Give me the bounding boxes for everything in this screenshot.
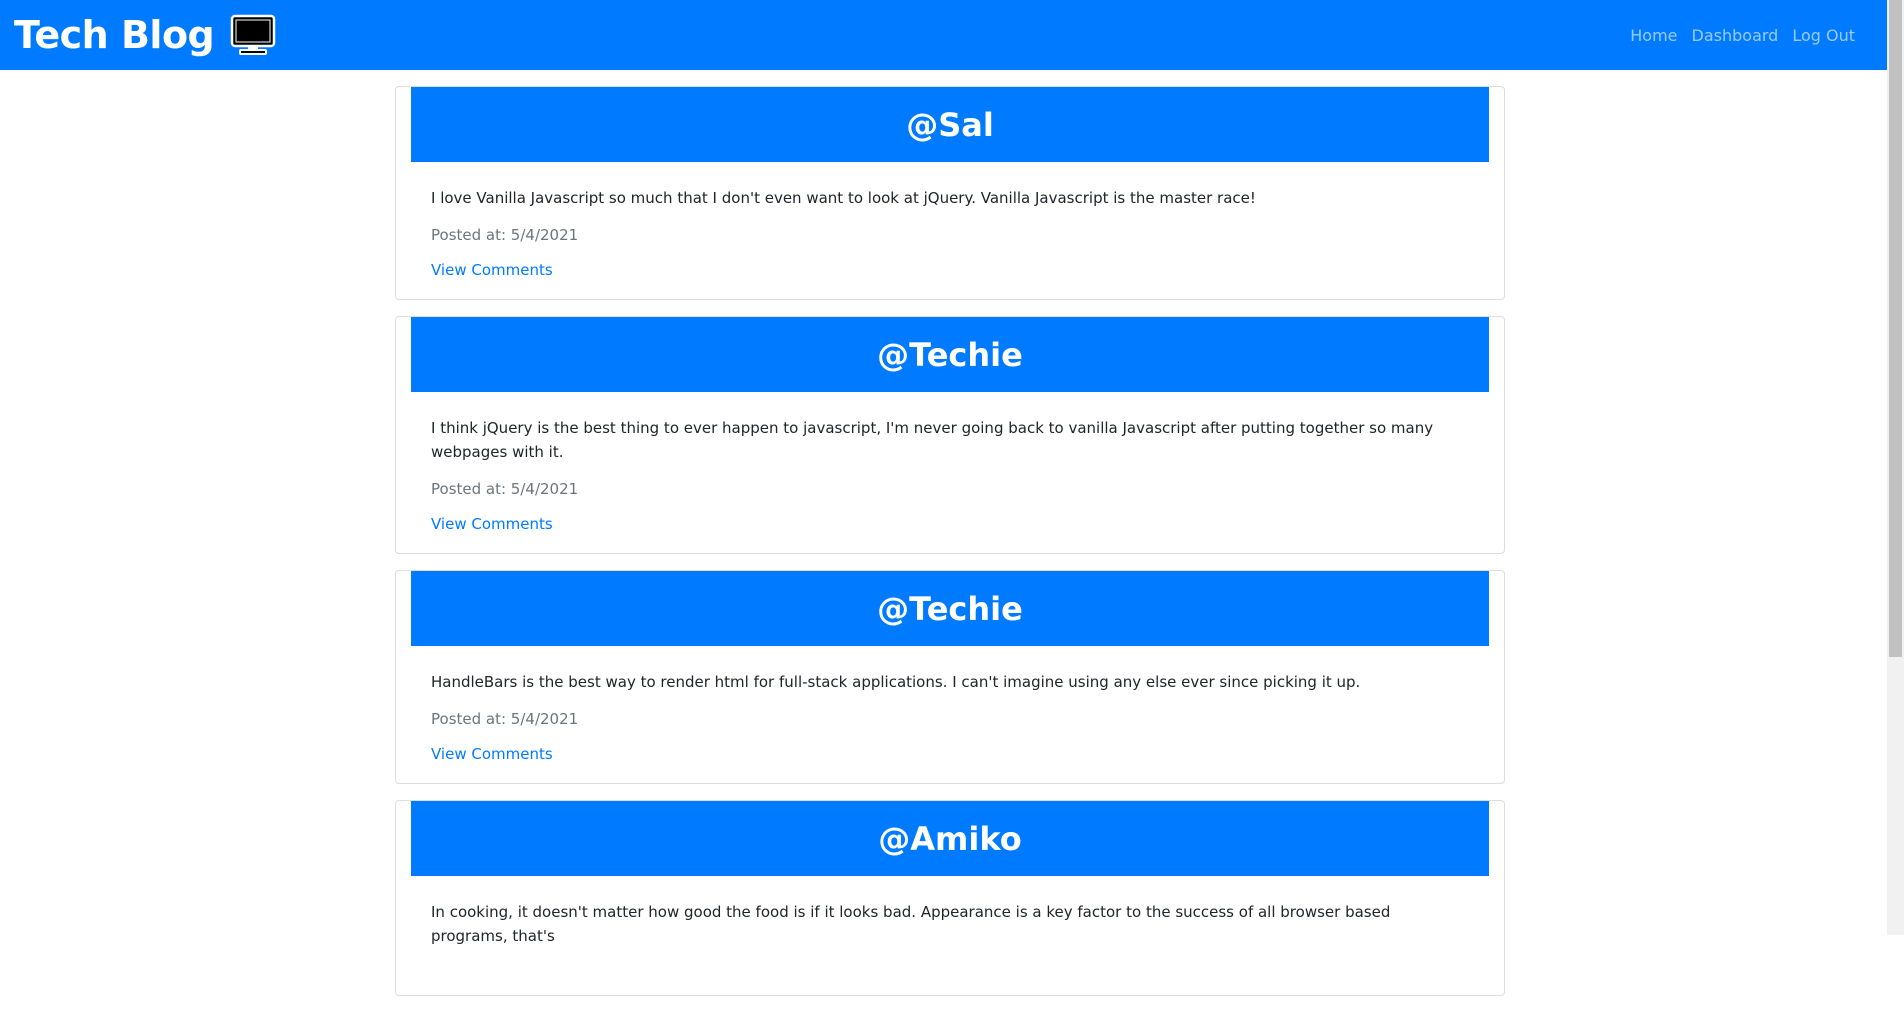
- post-text: In cooking, it doesn't matter how good t…: [431, 903, 1391, 945]
- post-card: @Techie I think jQuery is the best thing…: [395, 316, 1505, 554]
- post-body: I love Vanilla Javascript so much that I…: [411, 162, 1489, 287]
- page-scrollbar[interactable]: [1887, 0, 1904, 935]
- nav-home-link[interactable]: Home: [1623, 26, 1684, 45]
- navbar: Tech Blog Home Dashboard Log Out: [0, 0, 1887, 70]
- posts-list: @Sal I love Vanilla Javascript so much t…: [395, 86, 1505, 1012]
- post-body: HandleBars is the best way to render htm…: [411, 646, 1489, 771]
- post-author: @Techie: [411, 571, 1489, 646]
- monitor-icon: [230, 14, 276, 56]
- post-body: In cooking, it doesn't matter how good t…: [411, 876, 1489, 983]
- post-card: @Techie HandleBars is the best way to re…: [395, 570, 1505, 784]
- scrollbar-thumb[interactable]: [1889, 0, 1902, 657]
- post-card: @Sal I love Vanilla Javascript so much t…: [395, 86, 1505, 300]
- post-text: I love Vanilla Javascript so much that I…: [431, 189, 1256, 207]
- view-comments-link[interactable]: View Comments: [431, 745, 553, 763]
- brand-title: Tech Blog: [14, 13, 215, 57]
- post-card: @Amiko In cooking, it doesn't matter how…: [395, 800, 1505, 996]
- post-body: I think jQuery is the best thing to ever…: [411, 392, 1489, 541]
- nav-dashboard-link[interactable]: Dashboard: [1685, 26, 1786, 45]
- nav-logout-link[interactable]: Log Out: [1785, 26, 1862, 45]
- view-comments-link[interactable]: View Comments: [431, 515, 553, 533]
- post-author: @Sal: [411, 87, 1489, 162]
- post-text: HandleBars is the best way to render htm…: [431, 673, 1361, 691]
- post-date: Posted at: 5/4/2021: [431, 480, 579, 498]
- post-date: Posted at: 5/4/2021: [431, 710, 579, 728]
- brand-link[interactable]: Tech Blog: [14, 13, 276, 57]
- post-date: Posted at: 5/4/2021: [431, 226, 579, 244]
- view-comments-link[interactable]: View Comments: [431, 261, 553, 279]
- nav-links: Home Dashboard Log Out: [1623, 26, 1862, 45]
- post-author: @Techie: [411, 317, 1489, 392]
- post-text: I think jQuery is the best thing to ever…: [431, 419, 1434, 461]
- post-author: @Amiko: [411, 801, 1489, 876]
